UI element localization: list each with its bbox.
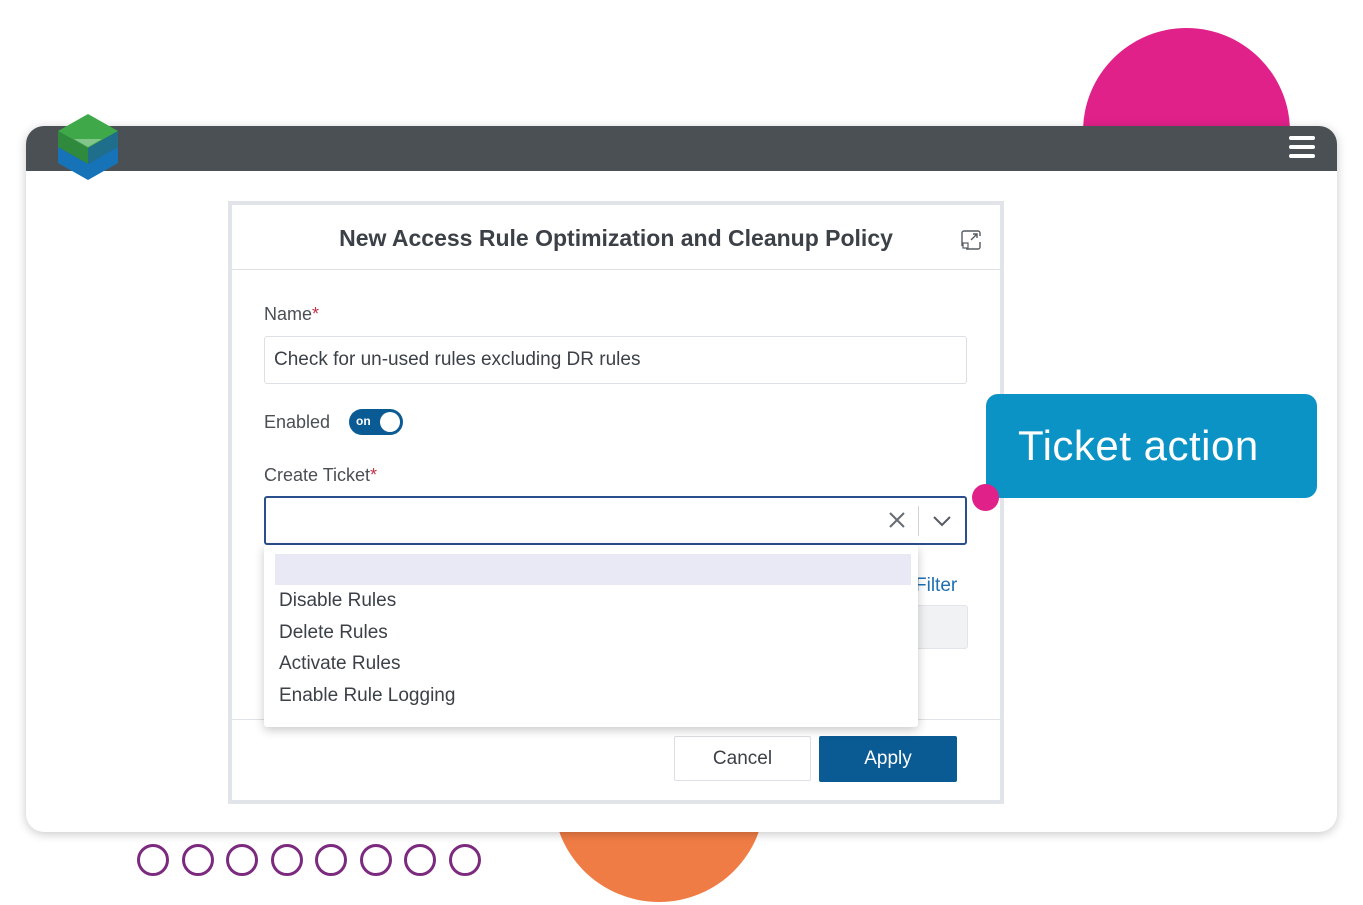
dropdown-option-empty[interactable]	[275, 554, 911, 585]
cancel-button[interactable]: Cancel	[674, 736, 811, 781]
name-label-text: Name	[264, 304, 313, 324]
close-icon[interactable]	[887, 510, 907, 530]
dropdown-option-enable-rule-logging[interactable]: Enable Rule Logging	[279, 685, 455, 707]
decorative-ring	[181, 844, 214, 876]
dialog-title: New Access Rule Optimization and Cleanup…	[339, 225, 893, 251]
enabled-toggle[interactable]: on	[349, 409, 403, 435]
dropdown-option-disable-rules[interactable]: Disable Rules	[279, 590, 396, 612]
dialog-header: New Access Rule Optimization and Cleanup…	[232, 205, 1000, 270]
decorative-ring	[448, 844, 481, 876]
chevron-down-icon[interactable]	[931, 512, 953, 530]
decorative-ring	[359, 844, 392, 876]
required-mark: *	[312, 304, 320, 324]
dialog-footer: Cancel Apply	[232, 719, 1000, 805]
select-divider	[918, 506, 919, 536]
apply-button[interactable]: Apply	[819, 736, 957, 782]
dropdown-option-activate-rules[interactable]: Activate Rules	[279, 653, 400, 675]
toggle-text: on	[356, 414, 371, 428]
decorative-ring-row	[137, 844, 493, 876]
decorative-ring	[315, 844, 347, 876]
decorative-ring	[226, 844, 258, 876]
callout-pointer-dot	[972, 484, 999, 511]
filter-link[interactable]: Filter	[915, 575, 957, 597]
top-bar	[26, 126, 1337, 171]
name-input[interactable]	[264, 336, 967, 384]
name-label: Name*	[264, 304, 319, 325]
toggle-knob	[380, 412, 400, 432]
create-ticket-label-text: Create Ticket	[264, 465, 371, 485]
decorative-ring	[270, 844, 303, 876]
create-ticket-label: Create Ticket*	[264, 465, 377, 486]
ticket-action-callout: Ticket action	[986, 394, 1317, 498]
expand-window-icon[interactable]	[960, 229, 982, 251]
callout-text: Ticket action	[1018, 422, 1259, 469]
dropdown-option-delete-rules[interactable]: Delete Rules	[279, 622, 388, 644]
required-mark: *	[370, 465, 378, 485]
ticket-action-dropdown: Disable Rules Delete Rules Activate Rule…	[264, 545, 918, 727]
enabled-label: Enabled	[264, 412, 331, 432]
decorative-ring	[404, 844, 436, 876]
create-ticket-select[interactable]	[264, 496, 967, 545]
decorative-ring	[137, 844, 169, 876]
cube-logo-icon	[58, 114, 118, 180]
filter-field[interactable]	[915, 605, 968, 649]
hamburger-menu-icon[interactable]	[1289, 136, 1315, 162]
